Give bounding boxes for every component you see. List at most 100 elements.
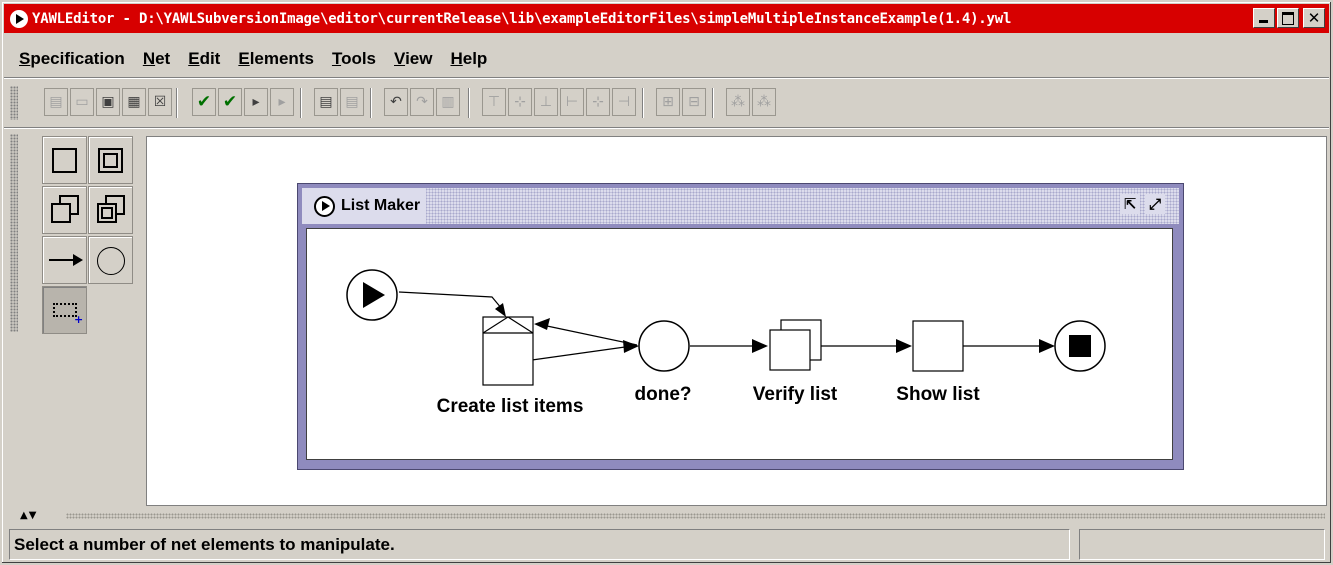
align-middle-icon: ⊹ — [514, 94, 526, 110]
status-message: Select a number of net elements to manip… — [9, 529, 1070, 560]
align-top-icon: ⊤ — [487, 94, 501, 110]
import-button[interactable]: ▸ — [270, 88, 294, 116]
status-secondary — [1079, 529, 1325, 560]
export-button[interactable]: ▸ — [244, 88, 268, 116]
label-done: done? — [635, 384, 692, 405]
split-pane-divider[interactable]: ▲▼ — [4, 510, 1329, 524]
redo-button[interactable]: ↷ — [410, 88, 434, 116]
save-as-button[interactable]: ▦ — [122, 88, 146, 116]
new-specification-button[interactable]: ▤ — [44, 88, 68, 116]
palette-grip[interactable] — [10, 134, 18, 332]
undo-icon: ↶ — [390, 94, 402, 110]
save-specification-button[interactable]: ▣ — [96, 88, 120, 116]
stop-square-icon — [1069, 335, 1091, 357]
add-cancellation-set-button[interactable]: ⁂ — [726, 88, 750, 116]
split-arrows-icon[interactable]: ▲▼ — [20, 510, 37, 522]
create-net-icon: ▤ — [319, 94, 333, 110]
task-verify-list[interactable] — [769, 329, 811, 371]
toolbar-separator — [468, 88, 470, 118]
net-diagram[interactable]: Create list items done? Verify list Show… — [306, 228, 1173, 460]
align-middle-button[interactable]: ⊹ — [508, 88, 532, 116]
menu-separator — [4, 77, 1329, 79]
flow-arrowhead-icon — [534, 318, 550, 330]
atomic-task-tool[interactable] — [42, 136, 87, 184]
flow-arrowhead-icon — [495, 303, 506, 317]
align-top-button[interactable]: ⊤ — [482, 88, 506, 116]
menu-edit[interactable]: Edit — [179, 49, 229, 69]
align-bottom-icon: ⊥ — [539, 94, 553, 110]
analyse-icon: ✔ — [222, 92, 238, 112]
delete-icon: ▥ — [441, 94, 455, 110]
marquee-select-tool[interactable]: + — [42, 286, 87, 334]
minimize-button[interactable] — [1253, 8, 1275, 28]
toolbar-separator — [300, 88, 302, 118]
toolbar-separator — [712, 88, 714, 118]
decrease-size-icon: ⊟ — [688, 94, 700, 110]
multiple-atomic-task-tool[interactable] — [42, 186, 87, 234]
flow-relation-tool[interactable] — [42, 236, 87, 284]
net-svg: Create list items done? Verify list Show… — [346, 269, 1106, 417]
align-left-button[interactable]: ⊢ — [560, 88, 584, 116]
composite-task-inner-icon — [103, 153, 118, 168]
align-right-button[interactable]: ⊣ — [612, 88, 636, 116]
open-specification-button[interactable]: ▭ — [70, 88, 94, 116]
remove-cancellation-set-icon: ⁂ — [757, 94, 771, 110]
flow-start-to-create — [398, 291, 503, 310]
save-specification-icon: ▣ — [101, 94, 115, 110]
validate-button[interactable]: ✔ — [192, 88, 216, 116]
create-net-button[interactable]: ▤ — [314, 88, 338, 116]
multiple-task-front-icon — [51, 203, 71, 223]
plus-icon: + — [74, 313, 84, 326]
import-icon: ▸ — [278, 94, 286, 110]
label-show-list: Show list — [896, 384, 980, 405]
analyse-button[interactable]: ✔ — [218, 88, 242, 116]
yawl-app-icon — [10, 9, 28, 28]
net-start-icon — [314, 195, 335, 217]
maximize-button[interactable] — [1277, 8, 1299, 28]
menu-help[interactable]: Help — [441, 49, 496, 69]
status-bar: Select a number of net elements to manip… — [9, 529, 1327, 560]
multiple-composite-task-tool[interactable] — [88, 186, 133, 234]
menu-elements[interactable]: Elements — [229, 49, 323, 69]
net-minimize-button[interactable]: ⇱ — [1120, 194, 1140, 214]
title-bar[interactable]: YAWLEditor - D:\YAWLSubversionImage\edit… — [4, 4, 1329, 33]
menu-net[interactable]: Net — [134, 49, 179, 69]
close-button[interactable]: ✕ — [1303, 8, 1325, 28]
align-center-button[interactable]: ⊹ — [586, 88, 610, 116]
increase-size-icon: ⊞ — [662, 94, 674, 110]
toolbar-grip[interactable] — [10, 86, 18, 120]
arrow-head-icon — [73, 254, 83, 266]
net-frame[interactable]: List Maker ⇱ ⤢ Create list items done? V… — [297, 183, 1184, 470]
new-specification-icon: ▤ — [49, 94, 63, 110]
element-palette: + — [4, 132, 136, 505]
flow-arrowhead-icon — [1039, 339, 1055, 353]
atomic-task-icon — [52, 148, 77, 173]
menu-tools[interactable]: Tools — [323, 49, 385, 69]
decrease-size-button[interactable]: ⊟ — [682, 88, 706, 116]
menu-specification[interactable]: Specification — [4, 49, 134, 69]
align-bottom-button[interactable]: ⊥ — [534, 88, 558, 116]
task-show-list[interactable] — [912, 320, 964, 372]
application-window: YAWLEditor - D:\YAWLSubversionImage\edit… — [0, 0, 1333, 565]
task-create-list-items[interactable] — [482, 316, 534, 386]
condition-done[interactable] — [638, 320, 690, 372]
toolbar: ▤ ▭ ▣ ▦ ☒ ✔ ✔ ▸ ▸ ▤ ▤ ↶ ↷ ▥ ⊤ ⊹ ⊥ ⊢ ⊹ ⊣ ⊞ ⊟ ⁂ ⁂ — [4, 84, 1329, 124]
undo-button[interactable]: ↶ — [384, 88, 408, 116]
net-title-bar[interactable]: List Maker ⇱ ⤢ — [302, 188, 1179, 224]
menu-view[interactable]: View — [385, 49, 441, 69]
increase-size-button[interactable]: ⊞ — [656, 88, 680, 116]
label-create-list-items: Create list items — [437, 396, 584, 417]
net-maximize-button[interactable]: ⤢ — [1145, 194, 1165, 214]
condition-tool[interactable] — [88, 236, 133, 284]
toolbar-separator — [176, 88, 178, 118]
composite-task-tool[interactable] — [88, 136, 133, 184]
remove-cancellation-set-button[interactable]: ⁂ — [752, 88, 776, 116]
remove-net-button[interactable]: ▤ — [340, 88, 364, 116]
delete-button[interactable]: ▥ — [436, 88, 460, 116]
close-specification-button[interactable]: ☒ — [148, 88, 172, 116]
arrow-icon — [49, 259, 75, 261]
flow-done-to-create — [546, 325, 638, 346]
window-controls: ✕ — [1253, 8, 1325, 28]
flow-arrowhead-icon — [896, 339, 912, 353]
net-title-area: List Maker — [302, 188, 427, 224]
